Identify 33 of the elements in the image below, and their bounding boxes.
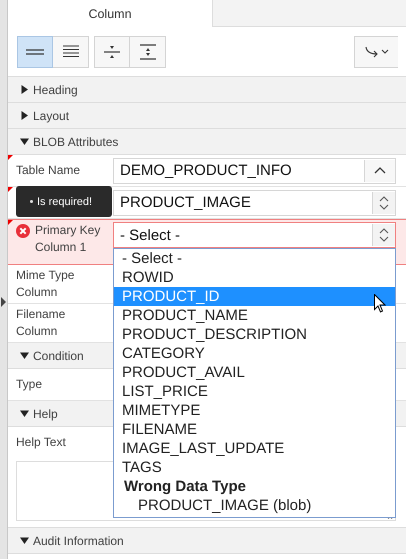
dropdown-option[interactable]: PRODUCT_NAME <box>114 306 395 325</box>
select-field[interactable]: PRODUCT_IMAGE <box>113 190 396 216</box>
section-header[interactable]: Heading <box>8 77 406 103</box>
error-tooltip: Is required! <box>16 186 112 217</box>
dropdown-option[interactable]: ROWID <box>114 268 395 287</box>
field-label: Primary Key Column 1 <box>35 222 102 256</box>
section-title: Audit Information <box>33 534 124 548</box>
section-header[interactable]: BLOB Attributes <box>8 129 406 155</box>
text-input[interactable]: DEMO_PRODUCT_INFO <box>113 158 396 184</box>
field-label: Help Text <box>16 434 67 451</box>
section-title: Condition <box>33 348 84 362</box>
section-title: Layout <box>33 108 70 122</box>
dropdown-option[interactable]: CATEGORY <box>114 344 395 363</box>
field-label: Type <box>16 376 44 393</box>
section-header[interactable]: Audit Information <box>8 528 406 554</box>
dropdown-option[interactable]: FILENAME <box>114 420 395 439</box>
select-field[interactable]: - Select - <box>113 222 396 248</box>
field-label: Filename Column <box>16 306 66 340</box>
field-label: Mime Type Column <box>16 267 76 301</box>
field-label: Table Name <box>16 162 82 179</box>
section-title: BLOB Attributes <box>33 134 118 148</box>
dropdown-option[interactable]: LIST_PRICE <box>114 382 395 401</box>
dropdown-option[interactable]: - Select - <box>114 249 395 268</box>
dropdown-option[interactable]: PRODUCT_IMAGE (blob) <box>114 496 395 515</box>
dropdown-option[interactable]: PRODUCT_DESCRIPTION <box>114 325 395 344</box>
section-header[interactable]: Layout <box>8 103 406 129</box>
dropdown-option[interactable]: MIMETYPE <box>114 401 395 420</box>
section-title: Help <box>33 406 58 420</box>
dropdown-option[interactable]: PRODUCT_AVAIL <box>114 363 395 382</box>
dropdown-option[interactable]: IMAGE_LAST_UPDATE <box>114 439 395 458</box>
dropdown-option[interactable]: TAGS <box>114 458 395 477</box>
section-title: Heading <box>33 82 78 96</box>
option-group-label: Wrong Data Type <box>123 477 247 496</box>
